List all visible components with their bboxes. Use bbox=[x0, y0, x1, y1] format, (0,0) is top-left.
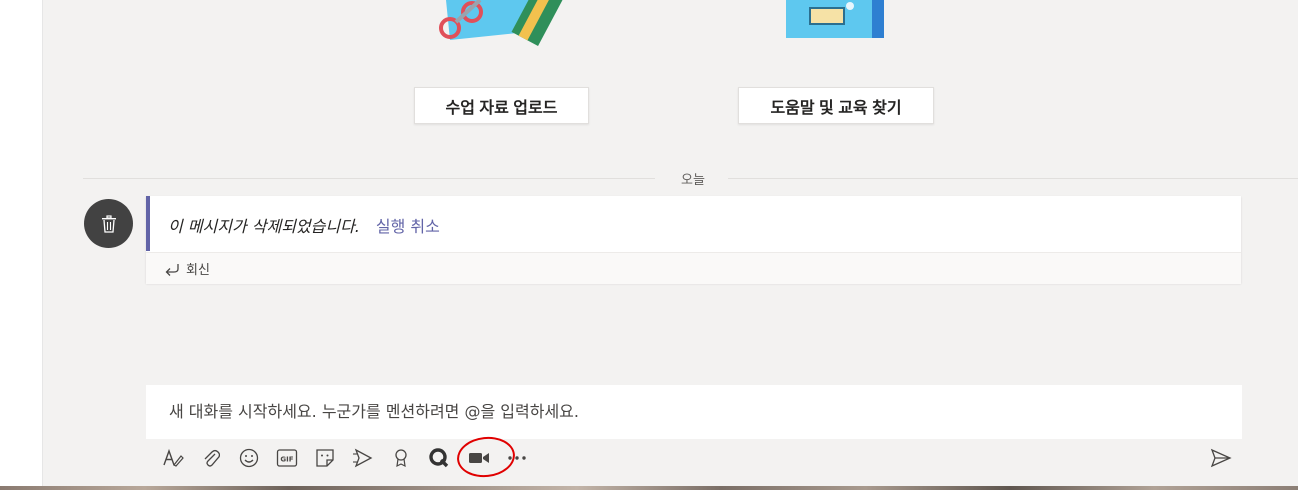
gif-icon-text: GIF bbox=[280, 456, 293, 464]
upload-materials-button[interactable]: 수업 자료 업로드 bbox=[414, 87, 589, 124]
gif-icon[interactable]: GIF bbox=[276, 447, 298, 469]
quiz-icon[interactable] bbox=[428, 447, 450, 469]
compose-input[interactable] bbox=[167, 400, 1221, 422]
reply-label: 회신 bbox=[186, 263, 210, 278]
meet-now-icon[interactable] bbox=[468, 447, 490, 469]
approval-icon[interactable] bbox=[390, 447, 412, 469]
send-button[interactable] bbox=[1208, 446, 1234, 470]
message-card: 이 메시지가 삭제되었습니다. 실행 취소 회신 bbox=[146, 196, 1241, 284]
left-rail bbox=[0, 0, 43, 486]
send-icon bbox=[1210, 448, 1232, 468]
compose-box[interactable] bbox=[146, 385, 1242, 439]
format-icon[interactable] bbox=[162, 447, 184, 469]
reply-arrow-icon bbox=[164, 262, 180, 276]
trash-icon bbox=[101, 214, 116, 233]
date-divider-line bbox=[728, 178, 1298, 179]
undo-delete-link[interactable]: 실행 취소 bbox=[376, 213, 440, 237]
emoji-icon[interactable] bbox=[238, 447, 260, 469]
find-help-button[interactable]: 도움말 및 교육 찾기 bbox=[738, 87, 934, 124]
date-divider-line bbox=[83, 178, 655, 179]
attach-icon[interactable] bbox=[200, 447, 222, 469]
background-strip bbox=[0, 486, 1298, 490]
deleted-message-avatar bbox=[84, 199, 133, 248]
message-accent-bar bbox=[146, 196, 150, 251]
upload-illustration bbox=[439, 0, 563, 46]
sticker-icon[interactable] bbox=[314, 447, 336, 469]
praise-icon[interactable] bbox=[352, 447, 374, 469]
compose-toolbar: GIF bbox=[162, 444, 544, 472]
message-body: 이 메시지가 삭제되었습니다. 실행 취소 bbox=[168, 213, 440, 237]
deleted-message-text: 이 메시지가 삭제되었습니다. bbox=[168, 217, 360, 236]
more-options-icon[interactable] bbox=[506, 447, 528, 469]
reply-button[interactable]: 회신 bbox=[146, 252, 1241, 284]
help-illustration bbox=[786, 0, 884, 38]
date-divider-label: 오늘 bbox=[681, 173, 705, 188]
